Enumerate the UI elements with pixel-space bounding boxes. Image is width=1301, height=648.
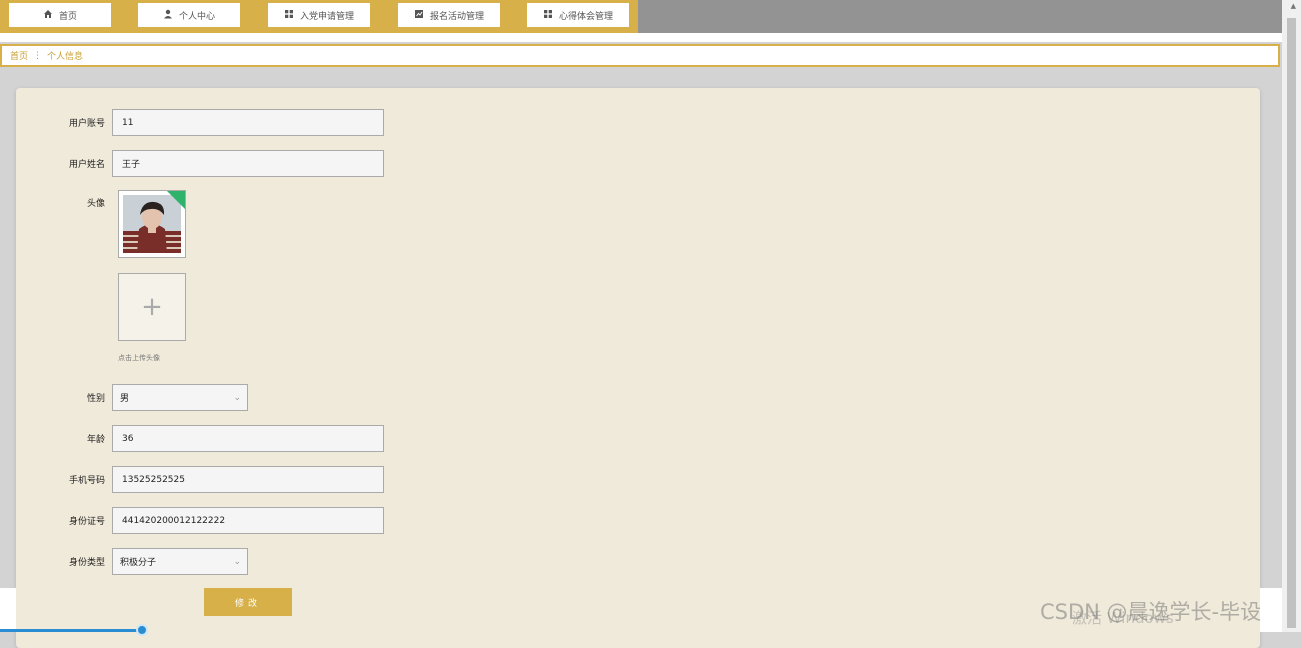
age-row: 年龄 36 — [16, 425, 384, 452]
identity-value: 积极分子 — [120, 558, 157, 568]
idcard-input[interactable]: 441420200012122222 — [112, 507, 384, 534]
submit-button[interactable]: 修改 — [204, 588, 292, 616]
identity-label: 身份类型 — [68, 558, 105, 568]
user-icon — [163, 9, 173, 22]
chart-icon — [414, 9, 424, 22]
vertical-scrollbar[interactable]: ▲ — [1282, 0, 1301, 632]
idcard-label: 身份证号 — [68, 517, 105, 527]
nav-label: 首页 — [58, 11, 77, 22]
page-bottom-left — [0, 588, 16, 632]
upload-hint: 点击上传头像 — [118, 354, 160, 362]
account-row: 用户账号 11 — [16, 109, 384, 136]
avatar-row: 头像 — [16, 196, 112, 209]
home-icon — [43, 9, 53, 22]
corner-flag — [167, 191, 185, 209]
gender-value: 男 — [120, 394, 130, 404]
gender-label: 性别 — [86, 394, 105, 404]
top-nav: 首页 个人中心 入党申请管理 报名活动管理 心得体会管理 — [0, 0, 638, 33]
age-input[interactable]: 36 — [112, 425, 384, 452]
nav-label: 报名活动管理 — [429, 11, 484, 22]
nav-label: 入党申请管理 — [299, 11, 354, 22]
name-input[interactable]: 王子 — [112, 150, 384, 177]
name-row: 用户姓名 王子 — [16, 150, 384, 177]
profile-form-card: 用户账号 11 用户姓名 王子 头像 + 点击上传头像 性别 男 ⌄ 年龄 36… — [16, 88, 1260, 648]
nav-label: 个人中心 — [178, 11, 215, 22]
nav-item-home[interactable]: 首页 — [8, 2, 112, 28]
breadcrumb-current: 个人信息 — [47, 52, 84, 62]
identity-row: 身份类型 积极分子 ⌄ — [16, 548, 248, 575]
nav-item-experience[interactable]: 心得体会管理 — [526, 2, 630, 28]
grid-icon — [543, 9, 553, 22]
phone-row: 手机号码 13525252525 — [16, 466, 384, 493]
nav-item-party-application[interactable]: 入党申请管理 — [267, 2, 371, 28]
nav-label: 心得体会管理 — [558, 11, 613, 22]
progress-dot — [136, 624, 148, 636]
avatar-label: 头像 — [86, 199, 105, 209]
account-label: 用户账号 — [68, 119, 105, 129]
breadcrumb: 首页 ⋮ 个人信息 — [0, 44, 1280, 67]
avatar-upload-button[interactable]: + — [118, 273, 186, 341]
grid-icon — [284, 9, 294, 22]
scroll-up-icon[interactable]: ▲ — [1291, 2, 1296, 10]
nav-item-personal-center[interactable]: 个人中心 — [137, 2, 241, 28]
plus-icon: + — [141, 292, 163, 322]
phone-label: 手机号码 — [68, 476, 105, 486]
nav-item-activity-signup[interactable]: 报名活动管理 — [397, 2, 501, 28]
chevron-down-icon: ⌄ — [233, 556, 241, 567]
phone-input[interactable]: 13525252525 — [112, 466, 384, 493]
account-input[interactable]: 11 — [112, 109, 384, 136]
header-spacer — [0, 33, 1282, 42]
idcard-row: 身份证号 441420200012122222 — [16, 507, 384, 534]
gender-select[interactable]: 男 ⌄ — [112, 384, 248, 411]
gender-row: 性别 男 ⌄ — [16, 384, 248, 411]
breadcrumb-separator: ⋮ — [33, 50, 43, 61]
watermark: CSDN @晨逸学长-毕设 — [1040, 600, 1262, 624]
name-label: 用户姓名 — [68, 160, 105, 170]
page-bottom-right — [1260, 588, 1282, 632]
chevron-down-icon: ⌄ — [233, 392, 241, 403]
avatar-thumbnail[interactable] — [118, 190, 186, 258]
identity-select[interactable]: 积极分子 ⌄ — [112, 548, 248, 575]
age-label: 年龄 — [86, 435, 105, 445]
breadcrumb-home[interactable]: 首页 — [10, 49, 28, 62]
scroll-thumb[interactable] — [1287, 18, 1296, 628]
